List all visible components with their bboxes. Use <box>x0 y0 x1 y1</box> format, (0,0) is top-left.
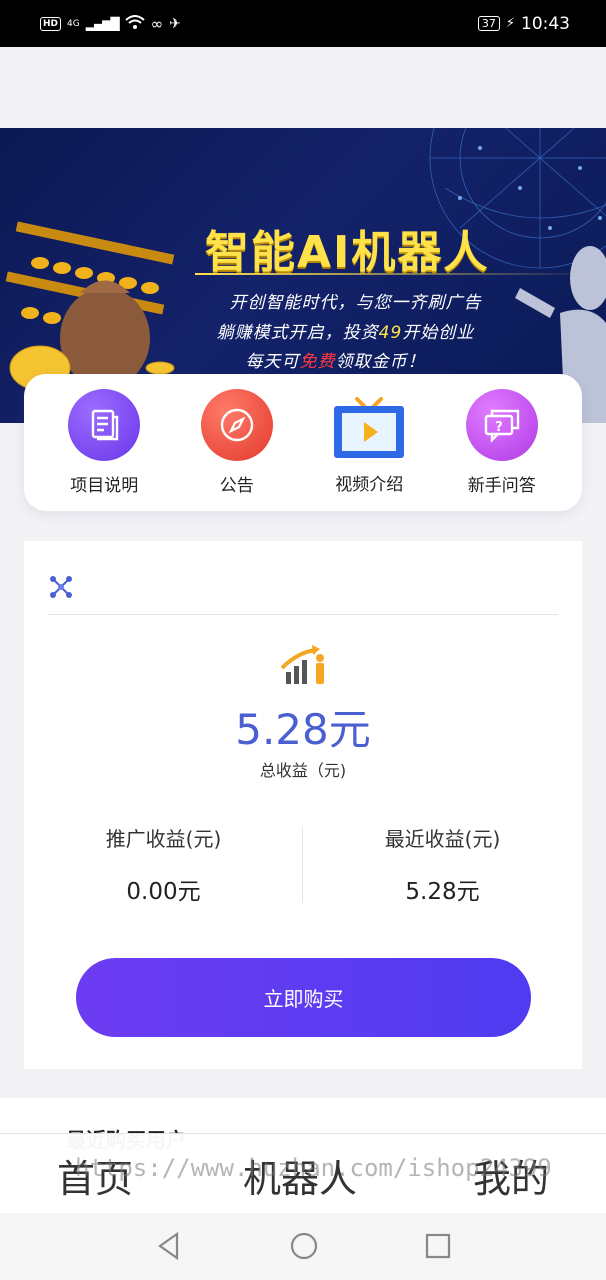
recents-icon[interactable] <box>425 1231 451 1261</box>
signal-icon: ▂▄▆█ <box>85 16 120 31</box>
recent-earnings-label: 最近收益(元) <box>384 827 501 851</box>
back-icon[interactable] <box>155 1231 183 1261</box>
banner-line-2: 躺赚模式开启，投资49开始创业 <box>216 323 475 343</box>
network-type: 4G <box>67 18 80 29</box>
quick-link-label: 新手问答 <box>467 476 536 496</box>
bluetooth-icon: ✈ <box>169 15 181 32</box>
quick-link-video[interactable]: 视频介绍 <box>314 390 424 495</box>
watermark-text: https://www.huzhan.com/ishop24399 <box>75 1154 552 1182</box>
quick-link-faq[interactable]: ? 新手问答 <box>447 389 557 496</box>
battery-icon: 37 <box>477 16 500 31</box>
quick-links-card: 项目说明 公告 视频介绍 ? 新手问答 <box>24 374 582 511</box>
header-area <box>0 47 606 128</box>
document-icon <box>68 389 141 461</box>
hd-badge: HD <box>40 16 62 31</box>
earnings-card: 5.28元 总收益（元) 推广收益(元) 0.00元 最近收益(元) 5.28元… <box>24 541 582 1069</box>
total-earnings-value: 5.28元 <box>235 705 371 754</box>
chat-question-icon: ? <box>465 389 538 461</box>
banner-line-3: 每天可免费领取金币！ <box>245 352 426 372</box>
quick-link-label: 项目说明 <box>70 476 139 496</box>
infinity-icon: ∞ <box>150 14 164 33</box>
tv-play-icon <box>331 390 407 460</box>
earnings-card-header <box>48 569 558 615</box>
status-left: HD 4G ▂▄▆█ ∞ ✈ <box>40 14 181 33</box>
quick-link-label: 公告 <box>219 476 254 496</box>
banner-underline <box>195 273 595 275</box>
banner-line-1: 开创智能时代，与您一齐刷广告 <box>229 293 482 313</box>
svg-text:?: ? <box>495 420 503 435</box>
total-earnings-label: 总收益（元) <box>259 761 347 780</box>
compass-icon <box>200 389 273 461</box>
clock: 10:43 <box>521 13 570 34</box>
buy-now-button[interactable]: 立即购买 <box>76 958 531 1037</box>
banner-title: 智能AI机器人 <box>205 227 490 278</box>
charging-icon: ⚡ <box>505 16 515 31</box>
bottom-nav: 首页 机器人 我的 https://www.huzhan.com/ishop24… <box>0 1133 606 1213</box>
promo-earnings: 推广收益(元) 0.00元 <box>24 823 303 906</box>
home-icon[interactable] <box>289 1231 319 1261</box>
quick-link-project-info[interactable]: 项目说明 <box>49 389 159 496</box>
status-bar: HD 4G ▂▄▆█ ∞ ✈ 37 ⚡ 10:43 <box>0 0 606 47</box>
recent-earnings: 最近收益(元) 5.28元 <box>303 823 582 906</box>
promo-earnings-value: 0.00元 <box>126 879 201 905</box>
network-nodes-icon <box>50 576 72 598</box>
recent-earnings-value: 5.28元 <box>405 879 480 905</box>
quick-link-label: 视频介绍 <box>335 475 404 495</box>
wifi-icon <box>124 14 145 33</box>
promo-earnings-label: 推广收益(元) <box>105 827 222 851</box>
system-nav-bar <box>0 1213 606 1280</box>
status-right: 37 ⚡ 10:43 <box>477 13 570 34</box>
growth-chart-icon <box>280 645 324 684</box>
quick-link-announcement[interactable]: 公告 <box>182 389 292 496</box>
